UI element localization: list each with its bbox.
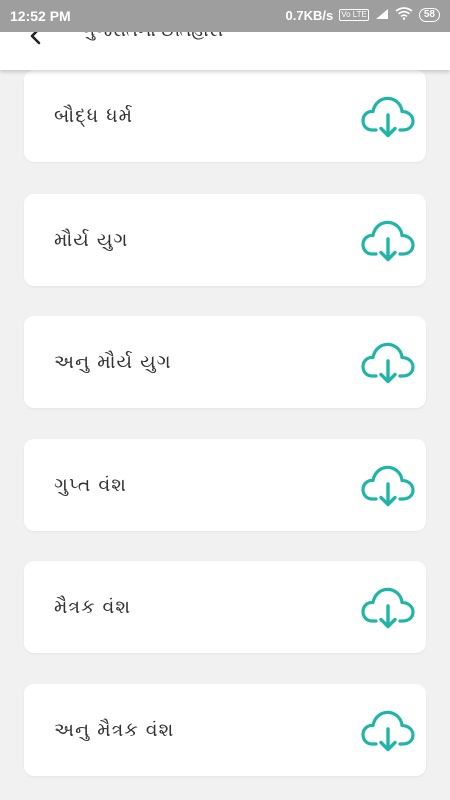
topic-label: મૈત્રક વંશ <box>54 596 132 618</box>
topic-label: ગુપ્ત વંશ <box>54 474 127 496</box>
topic-card[interactable]: ગુપ્ત વંશ <box>24 439 426 531</box>
topic-label: અનુ મૌર્ય યુગ <box>54 351 172 373</box>
status-indicators: 0.7KB/s Vo LTE 58 <box>286 7 440 23</box>
cloud-download-icon[interactable] <box>360 457 416 513</box>
signal-icon <box>375 7 389 23</box>
network-speed: 0.7KB/s <box>285 7 334 23</box>
topic-card[interactable]: અનુ મૌર્ય યુગ <box>24 316 426 408</box>
topic-card[interactable]: બૌદ્ધ ધર્મ <box>24 70 426 162</box>
wifi-icon <box>395 7 413 23</box>
battery-indicator: 58 <box>418 8 440 22</box>
cloud-download-icon[interactable] <box>360 334 416 390</box>
topic-card[interactable]: મૈત્રક વંશ <box>24 561 426 653</box>
status-bar: 12:52 PM 0.7KB/s Vo LTE 58 <box>0 0 450 32</box>
volte-badge: Vo LTE <box>339 9 369 21</box>
topic-label: મૌર્ય યુગ <box>54 229 129 251</box>
cloud-download-icon[interactable] <box>360 212 416 268</box>
topic-card[interactable]: અનુ મૈત્રક વંશ <box>24 684 426 776</box>
topic-card[interactable]: મૌર્ય યુગ <box>24 194 426 286</box>
cloud-download-icon[interactable] <box>360 579 416 635</box>
cloud-download-icon[interactable] <box>360 702 416 758</box>
topic-label: બૌદ્ધ ધર્મ <box>54 105 134 127</box>
status-time: 12:52 PM <box>10 8 71 24</box>
topic-label: અનુ મૈત્રક વંશ <box>54 719 175 741</box>
cloud-download-icon[interactable] <box>360 88 416 144</box>
